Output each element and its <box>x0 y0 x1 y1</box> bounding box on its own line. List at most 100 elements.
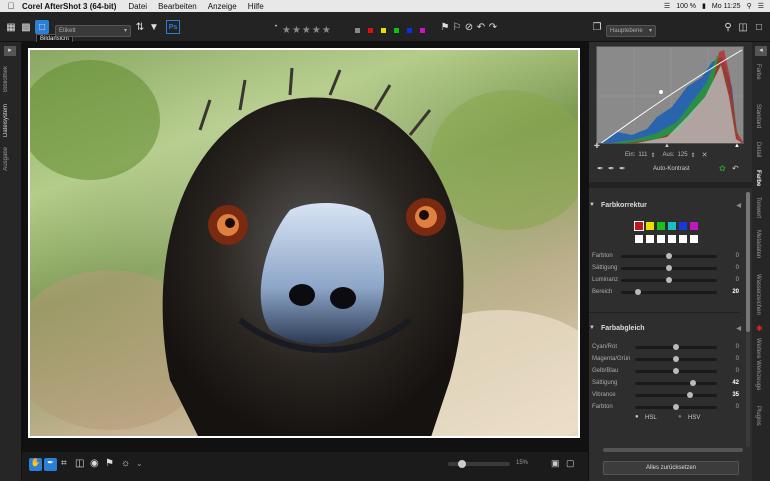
reset-all-button[interactable]: Alles zurücksetzen <box>603 461 739 475</box>
tab-plugins[interactable]: Plugins <box>755 406 761 426</box>
hand-tool-icon[interactable]: ✋ <box>29 458 42 471</box>
auto-contrast-button[interactable]: Auto-Kontrast <box>653 166 690 172</box>
tab-weitere-werkzeuge[interactable]: Weitere Werkzeuge <box>755 338 761 390</box>
label-select[interactable]: Etikett ▾ <box>55 25 131 37</box>
white-point-marker[interactable]: ▲ <box>734 143 740 149</box>
slider-value[interactable]: 0 <box>736 404 739 410</box>
out-value[interactable]: 125 <box>678 152 688 158</box>
section-menu-icon[interactable]: ◀ <box>736 325 741 332</box>
target-swatch-1[interactable] <box>646 235 654 243</box>
layers-icon[interactable]: ❐ <box>592 20 602 34</box>
rotate-right-icon[interactable]: ↷ <box>488 20 498 34</box>
slider-knob[interactable] <box>666 277 672 283</box>
redeye-tool-icon[interactable]: ◉ <box>90 458 99 469</box>
slider-knob[interactable] <box>666 253 672 259</box>
fullscreen-icon[interactable]: ▢ <box>566 458 575 469</box>
flag-icon[interactable]: ⚑ <box>440 20 450 34</box>
histogram[interactable] <box>596 46 744 144</box>
slider-value[interactable]: 0 <box>736 253 739 259</box>
slider-knob[interactable] <box>673 404 679 410</box>
star-rating[interactable]: ★★★★★ <box>282 25 332 36</box>
color-label-5[interactable] <box>419 27 426 34</box>
unflag-icon[interactable]: ⊘ <box>464 20 474 34</box>
slider-knob[interactable] <box>673 344 679 350</box>
reset-levels-icon[interactable]: ✕ <box>702 151 708 159</box>
panel-scrollbar[interactable] <box>746 192 750 447</box>
crop-tool-icon[interactable]: ⌗ <box>61 458 67 469</box>
clock[interactable]: Mo 11:25 <box>712 3 741 10</box>
color-swatch-5[interactable] <box>690 222 698 230</box>
slider-value[interactable]: 0 <box>736 356 739 362</box>
menu-datei[interactable]: Datei <box>128 2 147 11</box>
menu-anzeige[interactable]: Anzeige <box>208 2 237 11</box>
search-icon[interactable]: ⚲ <box>747 2 752 10</box>
clip-shadows-icon[interactable]: ✚ <box>594 142 600 150</box>
in-value[interactable]: 111 <box>638 152 647 158</box>
color-swatch-4[interactable] <box>679 222 687 230</box>
menu-icon[interactable]: ☰ <box>758 2 764 10</box>
tab-standard[interactable]: Standard <box>755 104 761 128</box>
collapse-triangle-icon[interactable]: ▼ <box>589 325 595 331</box>
target-swatch-5[interactable] <box>690 235 698 243</box>
mask-tool-icon[interactable]: ☼ <box>121 458 130 469</box>
filter-icon[interactable]: ▼ <box>148 20 160 34</box>
slider-value[interactable]: 0 <box>736 265 739 271</box>
section-menu-icon[interactable]: ◀ <box>736 202 741 209</box>
zoom-slider[interactable] <box>448 460 510 468</box>
menu-bearbeiten[interactable]: Bearbeiten <box>158 2 197 11</box>
preview-window-icon[interactable]: ◫ <box>737 20 749 34</box>
horizontal-scrollbar[interactable] <box>603 448 743 452</box>
target-swatch-2[interactable] <box>657 235 665 243</box>
tab-farbe[interactable]: Farbe <box>755 170 761 186</box>
chevron-down-icon[interactable]: ⌄ <box>136 459 143 468</box>
target-swatch-3[interactable] <box>668 235 676 243</box>
heal-tool-icon[interactable]: ⚑ <box>105 458 114 469</box>
color-label-3[interactable] <box>393 27 400 34</box>
tab-bibliothek[interactable]: Bibliothek <box>3 66 9 92</box>
app-name-menu[interactable]: Corel AfterShot 3 (64-bit) <box>22 2 116 11</box>
slider-knob[interactable] <box>666 265 672 271</box>
slider-value[interactable]: 42 <box>732 380 739 386</box>
tab-dateisystem[interactable]: Dateisystem <box>3 104 9 137</box>
scrollbar-thumb[interactable] <box>746 192 750 332</box>
tab-wasserzeichen[interactable]: Wasserzeichen <box>755 274 761 315</box>
gray-eyedropper-icon[interactable]: ✒ <box>608 164 615 173</box>
thumbnail-view-icon[interactable]: ▩ <box>20 20 32 34</box>
expand-left-icon[interactable]: ▸ <box>4 46 16 56</box>
fit-to-screen-icon[interactable]: ▣ <box>551 458 560 469</box>
color-label-2[interactable] <box>380 27 387 34</box>
farbabgleich-header[interactable]: ▼ Farbabgleich ◀ <box>589 325 741 339</box>
spinner-icon[interactable]: ⇕ <box>691 152 696 159</box>
straighten-tool-icon[interactable]: ◫ <box>75 458 84 469</box>
hsv-radio[interactable]: ● <box>678 414 682 420</box>
slider-knob[interactable] <box>673 356 679 362</box>
color-swatch-3[interactable] <box>668 222 676 230</box>
menu-hilfe[interactable]: Hilfe <box>248 2 264 11</box>
monitor-icon[interactable]: □ <box>753 20 765 34</box>
color-swatch-0[interactable] <box>634 221 644 231</box>
color-label-4[interactable] <box>406 27 413 34</box>
slider-value[interactable]: 0 <box>736 277 739 283</box>
flag-reject-icon[interactable]: ⚐ <box>452 20 462 34</box>
hsl-radio[interactable]: ● <box>635 414 639 420</box>
sort-icon[interactable]: ⇅ <box>134 20 146 34</box>
tab-detail[interactable]: Detail <box>755 142 761 157</box>
black-point-marker[interactable]: ▲ <box>664 143 670 149</box>
tab-farbe-top[interactable]: Farbe <box>755 64 761 80</box>
slider-track[interactable] <box>635 382 717 385</box>
undo-icon[interactable]: ↶ <box>732 164 739 173</box>
layer-select[interactable]: Hauptebene ▾ <box>606 25 656 37</box>
eyedropper-tool-icon[interactable]: ✒ <box>44 458 57 471</box>
photoshop-button[interactable]: Ps <box>166 20 180 34</box>
slider-knob[interactable] <box>686 392 693 398</box>
main-photo[interactable] <box>28 48 580 438</box>
color-label-0[interactable] <box>354 27 361 34</box>
expand-right-icon[interactable]: ◂ <box>755 46 767 56</box>
single-view-icon[interactable]: □ <box>35 20 49 34</box>
grid-view-icon[interactable]: ▦ <box>5 20 17 34</box>
wifi-icon[interactable]: ☰ <box>664 2 670 10</box>
apple-icon[interactable]:  <box>0 1 22 11</box>
farbkorrektur-header[interactable]: ▼ Farbkorrektur ◀ <box>589 202 741 216</box>
white-eyedropper-icon[interactable]: ✒ <box>619 164 626 173</box>
search-icon[interactable]: ⚲ <box>722 20 734 34</box>
